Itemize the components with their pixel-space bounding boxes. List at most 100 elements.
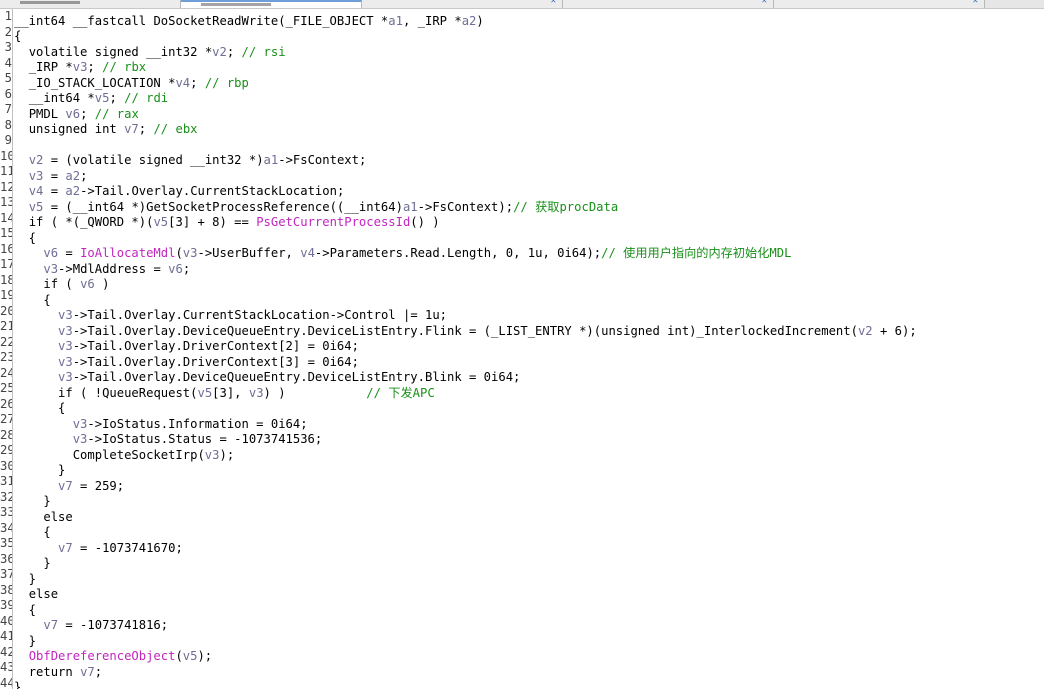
code-line[interactable]: 42 ObfDereferenceObject(v5);	[0, 644, 212, 664]
code-line[interactable]: 35 v7 = -1073741670;	[0, 536, 183, 555]
code-line[interactable]: 23 v3->Tail.Overlay.DriverContext[3] = 0…	[0, 350, 359, 369]
line-number: 22	[0, 334, 12, 349]
code-line[interactable]: 19 {	[0, 288, 51, 307]
tab-enums[interactable]: ✕	[774, 0, 985, 8]
code-line[interactable]: 20 v3->Tail.Overlay.CurrentStackLocation…	[0, 303, 447, 323]
line-number: 23	[0, 350, 12, 364]
code-line[interactable]: 39 {	[0, 598, 36, 617]
code-line[interactable]: 2{	[0, 24, 22, 44]
code-line[interactable]: 10 v2 = (volatile signed __int32 *)a1->F…	[0, 148, 366, 168]
line-number: 38	[0, 582, 12, 597]
line-number: 31	[0, 474, 12, 488]
close-icon[interactable]: ✕	[762, 0, 767, 6]
line-number: 39	[0, 598, 12, 612]
code-line[interactable]: 13 v5 = (__int64 *)GetSocketProcessRefer…	[0, 195, 618, 214]
line-number: 9	[4, 133, 12, 147]
code-line[interactable]: 21 v3->Tail.Overlay.DeviceQueueEntry.Dev…	[0, 319, 917, 338]
line-number: 28	[0, 427, 12, 442]
line-number: 13	[0, 195, 12, 209]
tab-bar: ✕ ✕ ✕	[0, 0, 1044, 9]
code-line[interactable]: 26 {	[0, 396, 65, 416]
line-number: 8	[4, 117, 12, 132]
line-number: 18	[0, 272, 12, 287]
line-number: 36	[0, 551, 12, 566]
code-line[interactable]: 43 return v7;	[0, 660, 103, 679]
code-line[interactable]: 9	[0, 133, 14, 149]
line-number: 34	[0, 520, 12, 535]
code-line[interactable]: 32 }	[0, 489, 51, 509]
code-line[interactable]: 28 v3->IoStatus.Status = -1073741536;	[0, 427, 322, 447]
code-line[interactable]: 17 v3->MdlAddress = v6;	[0, 257, 190, 276]
code-line[interactable]: 40 v7 = -1073741816;	[0, 613, 168, 633]
code-line[interactable]: 31 v7 = 259;	[0, 474, 124, 493]
line-number: 37	[0, 567, 12, 581]
line-number: 40	[0, 613, 12, 628]
code-line[interactable]: 1 __int64 __fastcall DoSocketReadWrite(_F…	[0, 9, 484, 28]
code-line[interactable]: 34 {	[0, 520, 51, 540]
line-number: 12	[0, 179, 12, 194]
code-text: }	[14, 680, 22, 689]
code-line[interactable]: 38 else	[0, 582, 58, 602]
line-number: 7	[4, 102, 12, 116]
line-number: 25	[0, 381, 12, 395]
code-line[interactable]: 41 }	[0, 629, 36, 648]
code-line[interactable]: 27 v3->IoStatus.Information = 0i64;	[0, 412, 308, 431]
tab-ida-view[interactable]	[0, 0, 181, 8]
line-number: 43	[0, 660, 12, 674]
code-line[interactable]: 16 v6 = IoAllocateMdl(v3->UserBuffer, v4…	[0, 241, 791, 261]
tab-label	[20, 1, 80, 4]
line-number: 1	[4, 9, 12, 23]
code-line[interactable]: 18 if ( v6 )	[0, 272, 109, 292]
line-number: 16	[0, 241, 12, 256]
close-icon[interactable]: ✕	[551, 0, 556, 6]
code-text: __int64 __fastcall DoSocketReadWrite(_FI…	[14, 13, 484, 28]
code-line[interactable]: 14 if ( *(_QWORD *)(v5[3] + 8) == PsGetC…	[0, 211, 440, 230]
line-number: 10	[0, 148, 12, 163]
line-number: 44	[0, 675, 12, 689]
tab-pseudocode[interactable]	[181, 0, 362, 8]
code-line[interactable]: 6 __int64 *v5; // rdi	[0, 86, 169, 106]
close-icon[interactable]: ✕	[973, 0, 978, 6]
code-line[interactable]: 15 {	[0, 226, 36, 245]
code-line[interactable]: 11 v3 = a2;	[0, 164, 87, 183]
line-number: 11	[0, 164, 12, 178]
line-number: 20	[0, 303, 12, 318]
tab-structures[interactable]: ✕	[563, 0, 774, 8]
code-line[interactable]: 24 v3->Tail.Overlay.DeviceQueueEntry.Dev…	[0, 365, 520, 385]
code-text: return v7;	[28, 664, 103, 679]
code-line[interactable]: 5 _IO_STACK_LOCATION *v4; // rbp	[0, 71, 249, 90]
line-number: 6	[4, 86, 12, 101]
line-number: 33	[0, 505, 12, 519]
code-line[interactable]: 7 PMDL v6; // rax	[0, 102, 139, 121]
line-number: 41	[0, 629, 12, 643]
line-number: 19	[0, 288, 12, 302]
code-line[interactable]: 4 _IRP *v3; // rbx	[0, 55, 146, 75]
line-number: 42	[0, 644, 12, 659]
tab-hex-view[interactable]: ✕	[362, 0, 563, 8]
line-number: 2	[4, 24, 12, 39]
line-number: 30	[0, 458, 12, 473]
code-line[interactable]: 8 unsigned int v7; // ebx	[0, 117, 198, 137]
code-line[interactable]: 37 }	[0, 567, 36, 586]
line-number: 21	[0, 319, 12, 333]
line-number: 5	[4, 71, 12, 85]
code-line[interactable]: 33 else	[0, 505, 73, 524]
code-line[interactable]: 12 v4 = a2->Tail.Overlay.CurrentStackLoc…	[0, 179, 344, 199]
code-line[interactable]: 3 volatile signed __int32 *v2; // rsi	[0, 40, 286, 59]
code-line[interactable]: 25 if ( !QueueRequest(v5[3], v3) ) // 下发…	[0, 381, 435, 400]
code-text: if ( *(_QWORD *)(v5[3] + 8) == PsGetCurr…	[28, 215, 440, 229]
line-number: 17	[0, 257, 12, 271]
pseudocode-editor[interactable]: 1 __int64 __fastcall DoSocketReadWrite(_F…	[0, 9, 1044, 689]
code-text: unsigned int v7; // ebx	[28, 122, 198, 136]
code-line[interactable]: 29 CompleteSocketIrp(v3);	[0, 443, 234, 462]
line-number: 4	[4, 55, 12, 70]
line-number: 24	[0, 365, 12, 380]
line-number: 26	[0, 396, 12, 411]
line-number: 32	[0, 489, 12, 504]
code-line[interactable]: 22 v3->Tail.Overlay.DriverContext[2] = 0…	[0, 334, 359, 354]
line-number: 15	[0, 226, 12, 240]
code-line[interactable]: 36 }	[0, 551, 51, 571]
code-line[interactable]: 44}	[0, 676, 21, 689]
code-line[interactable]: 30 }	[0, 458, 65, 478]
code-text: if ( !QueueRequest(v5[3], v3) ) // 下发APC	[58, 385, 435, 400]
